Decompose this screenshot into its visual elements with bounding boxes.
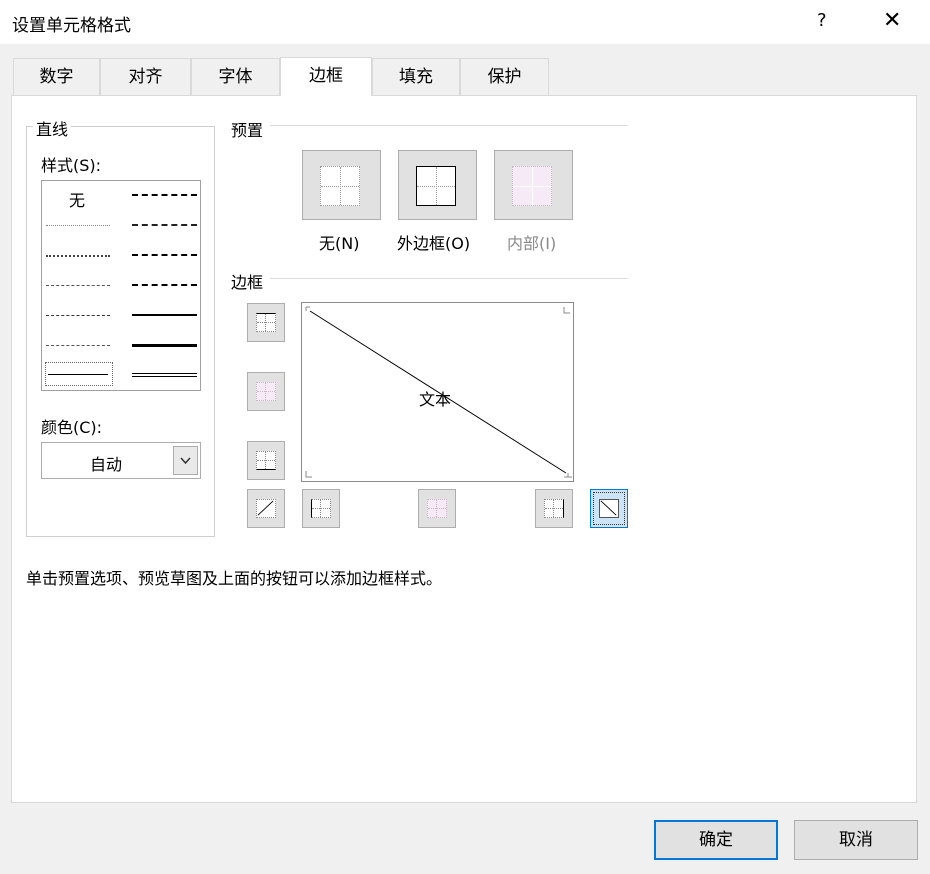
preset-inside-button[interactable] bbox=[494, 150, 573, 220]
tab-number[interactable]: 数字 bbox=[13, 58, 100, 95]
tab-alignment[interactable]: 对齐 bbox=[100, 58, 191, 95]
title-bar bbox=[0, 0, 930, 44]
border-title: 边框 bbox=[231, 273, 264, 292]
preset-none-label: 无(N) bbox=[319, 234, 360, 253]
style-label: 样式(S): bbox=[41, 156, 102, 175]
line-style-thick[interactable] bbox=[132, 344, 197, 347]
tab-protection[interactable]: 保护 bbox=[460, 58, 549, 95]
preview-text: 文本 bbox=[419, 390, 452, 409]
dialog-title: 设置单元格格式 bbox=[12, 16, 131, 36]
preset-none-button[interactable] bbox=[302, 150, 381, 220]
line-style-slant-dash-dot[interactable] bbox=[132, 224, 197, 226]
color-select[interactable]: 自动 bbox=[41, 442, 201, 479]
border-diagonal-down-button[interactable] bbox=[590, 489, 628, 528]
diagonal-line-icon bbox=[599, 499, 619, 518]
preset-outline-button[interactable] bbox=[398, 150, 477, 220]
border-left-icon bbox=[311, 499, 331, 518]
cancel-button[interactable]: 取消 bbox=[794, 820, 918, 860]
line-group-title: 直线 bbox=[33, 116, 72, 140]
preset-inside-label: 内部(I) bbox=[507, 234, 557, 253]
line-style-dash-dot[interactable] bbox=[46, 315, 110, 316]
preset-outline-icon bbox=[416, 166, 456, 206]
line-style-double[interactable] bbox=[132, 373, 197, 377]
help-icon[interactable]: ? bbox=[817, 10, 827, 31]
border-separator bbox=[270, 278, 628, 279]
color-label: 颜色(C): bbox=[41, 418, 103, 437]
line-style-thin-selected[interactable] bbox=[45, 362, 113, 386]
line-style-medium[interactable] bbox=[132, 314, 197, 316]
line-style-dashed[interactable] bbox=[46, 345, 110, 346]
line-style-dash-dot-dot[interactable] bbox=[46, 285, 110, 286]
presets-separator bbox=[270, 125, 628, 126]
border-inside-horizontal-button[interactable] bbox=[247, 372, 285, 411]
border-top-icon bbox=[256, 313, 276, 332]
border-inside-vertical-icon bbox=[427, 499, 447, 518]
ok-button[interactable]: 确定 bbox=[654, 820, 778, 860]
preset-outline-label: 外边框(O) bbox=[397, 234, 471, 253]
border-inside-vertical-button[interactable] bbox=[418, 489, 456, 528]
line-style-medium-dash-dot-dot[interactable] bbox=[132, 194, 197, 196]
diagonal-line-icon bbox=[256, 499, 276, 518]
tab-fill[interactable]: 填充 bbox=[372, 58, 460, 95]
line-style-hair[interactable] bbox=[46, 225, 110, 226]
line-style-list[interactable]: 无 bbox=[41, 180, 201, 391]
border-preview[interactable]: 文本 bbox=[301, 302, 574, 482]
line-style-medium-dash-dot[interactable] bbox=[132, 254, 197, 256]
color-value: 自动 bbox=[90, 455, 123, 474]
close-icon[interactable]: ✕ bbox=[883, 8, 901, 33]
tab-border[interactable]: 边框 bbox=[280, 57, 372, 96]
border-left-button[interactable] bbox=[302, 489, 340, 528]
border-right-icon bbox=[544, 499, 564, 518]
border-bottom-icon bbox=[256, 451, 276, 470]
presets-title: 预置 bbox=[231, 121, 264, 140]
chevron-down-icon[interactable] bbox=[173, 446, 198, 475]
line-style-none[interactable]: 无 bbox=[69, 187, 85, 211]
border-right-button[interactable] bbox=[535, 489, 573, 528]
preset-none-icon bbox=[320, 166, 360, 206]
border-top-button[interactable] bbox=[247, 303, 285, 342]
border-diagonal-up-button[interactable] bbox=[247, 489, 285, 528]
hint-text: 单击预置选项、预览草图及上面的按钮可以添加边框样式。 bbox=[26, 569, 443, 588]
border-bottom-button[interactable] bbox=[247, 441, 285, 480]
line-style-medium-dashed[interactable] bbox=[132, 284, 197, 286]
line-style-dotted[interactable] bbox=[46, 255, 110, 257]
border-inside-horizontal-icon bbox=[256, 382, 276, 401]
tab-font[interactable]: 字体 bbox=[191, 58, 280, 95]
preset-inside-icon bbox=[512, 166, 552, 206]
